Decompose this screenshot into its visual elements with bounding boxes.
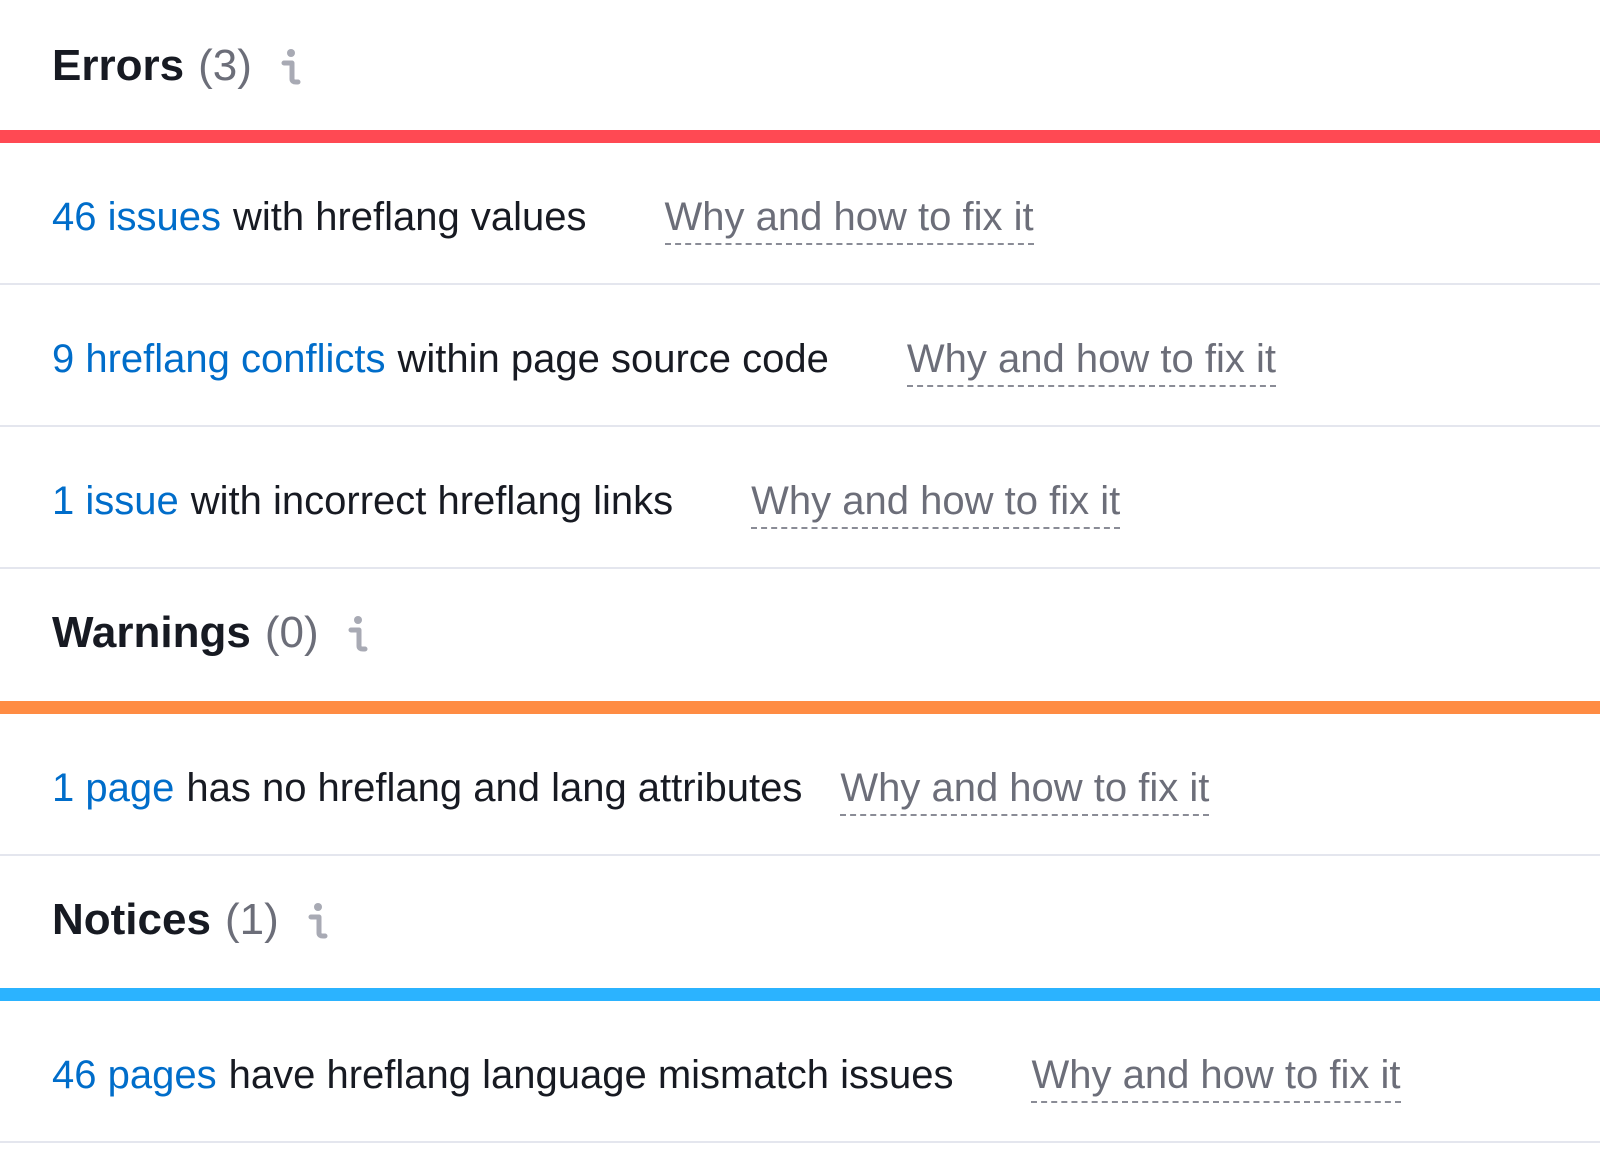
issue-row: 1 page has no hreflang and lang attribut…	[0, 714, 1600, 856]
section-count: (3)	[198, 41, 252, 90]
why-how-fix-link[interactable]: Why and how to fix it	[1031, 1051, 1401, 1103]
info-icon[interactable]	[280, 46, 302, 86]
issue-description: has no hreflang and lang attributes	[186, 766, 803, 810]
why-how-fix-link[interactable]: Why and how to fix it	[664, 193, 1034, 245]
notices-header: Notices (1)	[0, 856, 1600, 988]
section-count: (1)	[224, 895, 279, 944]
issue-count-link[interactable]: 9 hreflang conflicts	[52, 335, 386, 383]
notices-title: Notices (1)	[52, 892, 329, 948]
issue-description: have hreflang language mismatch issues	[228, 1053, 954, 1097]
section-name: Notices	[52, 895, 211, 944]
section-count: (0)	[264, 608, 319, 657]
errors-color-bar	[0, 130, 1600, 143]
warnings-color-bar	[0, 701, 1600, 714]
issue-description: within page source code	[397, 337, 829, 381]
issue-row: 1 issue with incorrect hreflang links Wh…	[0, 427, 1600, 569]
notices-section: Notices (1) 46 pages have hreflang langu…	[0, 856, 1600, 1143]
issue-row: 9 hreflang conflicts within page source …	[0, 285, 1600, 427]
notices-color-bar	[0, 988, 1600, 1001]
info-icon[interactable]	[347, 613, 369, 653]
errors-title: Errors (3)	[52, 38, 302, 94]
issue-description: with hreflang values	[232, 195, 587, 239]
info-icon[interactable]	[307, 900, 329, 940]
why-how-fix-link[interactable]: Why and how to fix it	[840, 764, 1210, 816]
section-name: Errors	[52, 41, 185, 90]
issue-row: 46 issues with hreflang values Why and h…	[0, 143, 1600, 285]
issue-count-link[interactable]: 1 page	[52, 764, 174, 812]
warnings-section: Warnings (0) 1 page has no hreflang and …	[0, 569, 1600, 856]
errors-section: Errors (3) 46 issues with hreflang value…	[0, 0, 1600, 569]
issue-row: 46 pages have hreflang language mismatch…	[0, 1001, 1600, 1143]
warnings-title: Warnings (0)	[52, 605, 369, 661]
errors-header: Errors (3)	[0, 0, 1600, 130]
issue-count-link[interactable]: 46 issues	[52, 193, 221, 241]
why-how-fix-link[interactable]: Why and how to fix it	[751, 477, 1121, 529]
warnings-header: Warnings (0)	[0, 569, 1600, 701]
section-name: Warnings	[52, 608, 251, 657]
issue-count-link[interactable]: 1 issue	[52, 477, 179, 525]
why-how-fix-link[interactable]: Why and how to fix it	[906, 335, 1276, 387]
issue-description: with incorrect hreflang links	[190, 479, 674, 523]
issue-count-link[interactable]: 46 pages	[52, 1051, 217, 1099]
